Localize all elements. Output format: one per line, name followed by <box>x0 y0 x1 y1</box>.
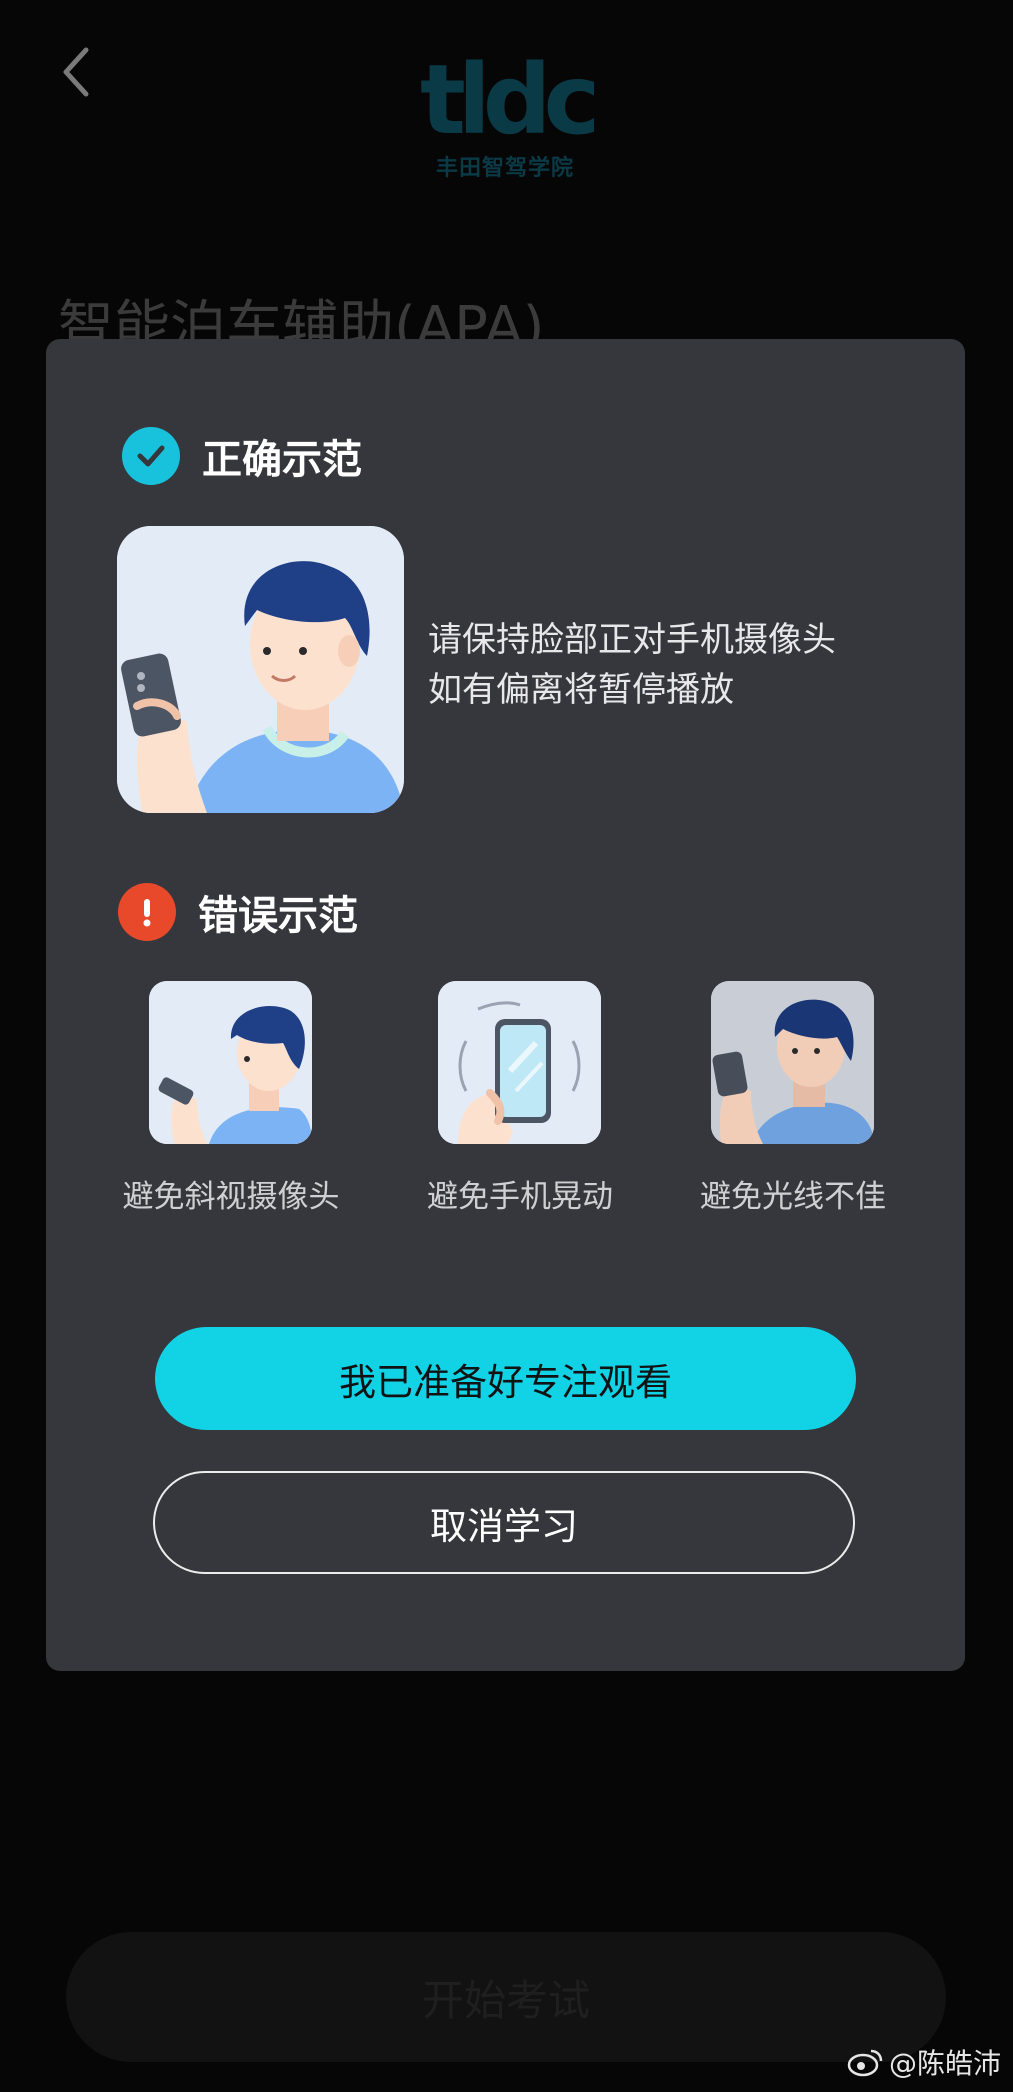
viewing-guide-dialog: 正确示范 请保持脸部正对手机摄像头 如有偏离将暂停播放 错误示范 避免斜视摄像头… <box>46 339 965 1671</box>
cancel-study-button[interactable]: 取消学习 <box>153 1471 855 1574</box>
dim-light-illustration <box>711 981 874 1144</box>
correct-tip-line-2: 如有偏离将暂停播放 <box>428 670 734 710</box>
chevron-left-icon <box>63 47 89 97</box>
correct-tip-line-1: 请保持脸部正对手机摄像头 <box>428 620 836 660</box>
wrong-item-label-2: 避免手机晃动 <box>427 1179 613 1215</box>
correct-tip: 请保持脸部正对手机摄像头 如有偏离将暂停播放 <box>428 615 928 715</box>
side-view-illustration <box>149 981 312 1144</box>
wrong-section-title: 错误示范 <box>198 893 358 939</box>
correct-posture-illustration <box>117 526 404 813</box>
watermark: @陈皓沛 <box>847 2042 1001 2082</box>
check-icon <box>122 427 180 485</box>
logo-subtitle: 丰田智驾学院 <box>435 156 574 181</box>
start-exam-button[interactable]: 开始考试 <box>66 1932 946 2062</box>
weibo-icon <box>847 2049 883 2077</box>
brand-logo: tldc 丰田智驾学院 <box>420 44 600 192</box>
wrong-item-label-1: 避免斜视摄像头 <box>122 1179 340 1215</box>
watermark-text: @陈皓沛 <box>888 2047 1001 2080</box>
correct-section-title: 正确示范 <box>202 437 362 483</box>
app-screen: tldc 丰田智驾学院 智能泊车辅助(APA) 开始考试 正确示范 请保持脸部正… <box>0 0 1013 2092</box>
logo-mark: tldc <box>420 44 600 156</box>
exclamation-icon <box>118 883 176 941</box>
correct-section-header: 正确示范 <box>122 426 362 486</box>
back-button[interactable] <box>52 40 108 104</box>
wrong-section-header: 错误示范 <box>118 882 358 942</box>
shaking-phone-illustration <box>438 981 601 1144</box>
wrong-item-label-3: 避免光线不佳 <box>700 1179 886 1215</box>
confirm-ready-button[interactable]: 我已准备好专注观看 <box>155 1327 856 1430</box>
